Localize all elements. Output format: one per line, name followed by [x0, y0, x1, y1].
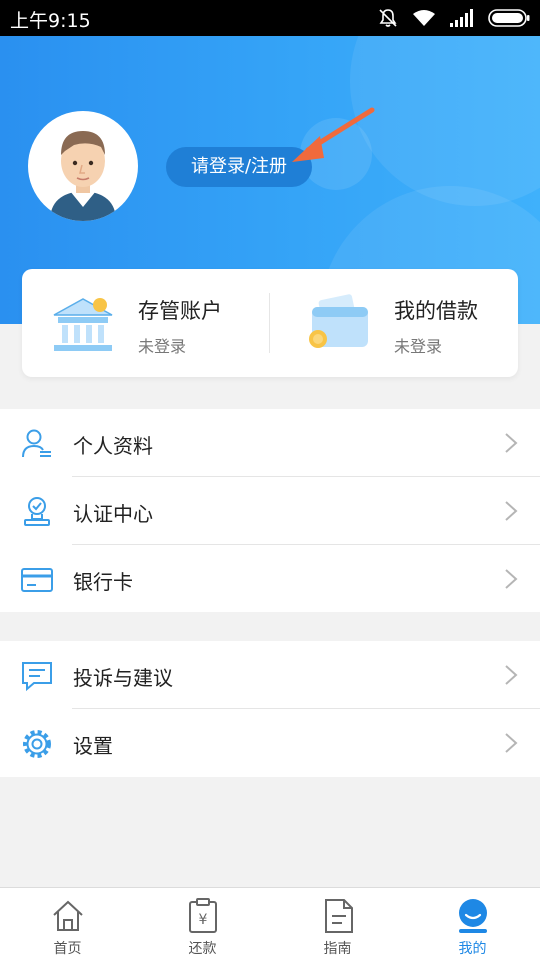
menu-label: 认证中心	[73, 502, 153, 526]
chevron-right-icon	[505, 733, 518, 753]
account-summary-card: 存管账户 未登录 我的借款 未登录	[22, 269, 518, 377]
avatar[interactable]	[28, 111, 138, 221]
my-loans-entry[interactable]: 我的借款 未登录	[270, 269, 518, 377]
home-icon	[52, 900, 83, 931]
status-icons	[378, 7, 530, 29]
menu-label: 投诉与建议	[73, 666, 173, 690]
battery-icon	[488, 9, 530, 27]
menu-label: 设置	[73, 734, 113, 758]
gear-icon	[23, 730, 51, 758]
wallet-icon	[309, 294, 368, 348]
chevron-right-icon	[505, 665, 518, 685]
menu-item-verification[interactable]: 认证中心	[0, 477, 540, 545]
tab-label: 我的	[458, 941, 487, 957]
tab-guide[interactable]: 指南	[270, 888, 405, 960]
menu-item-settings[interactable]: 设置	[0, 709, 540, 777]
chevron-right-icon	[505, 501, 518, 521]
chevron-right-icon	[505, 433, 518, 453]
wifi-icon	[413, 10, 435, 26]
mute-icon	[379, 9, 397, 27]
tab-home[interactable]: 首页	[0, 888, 135, 960]
menu-group-account: 个人资料 认证中心 银行卡	[0, 409, 540, 612]
card-status: 未登录	[394, 337, 443, 356]
bank-icon	[53, 298, 113, 351]
arrow-annotation-icon	[292, 107, 375, 162]
repayment-icon: ¥	[188, 898, 217, 933]
tab-me[interactable]: 我的	[405, 888, 540, 960]
bottom-tab-bar: 首页 ¥ 还款 指南 我的	[0, 887, 540, 960]
status-time: 上午9:15	[10, 10, 91, 32]
user-avatar-icon	[50, 131, 116, 221]
menu-item-feedback[interactable]: 投诉与建议	[0, 641, 540, 709]
chevron-right-icon	[505, 569, 518, 589]
verification-icon	[24, 497, 50, 526]
menu-item-bank-card[interactable]: 银行卡	[0, 545, 540, 613]
menu-label: 银行卡	[73, 570, 133, 594]
guide-icon	[324, 899, 353, 933]
card-status: 未登录	[138, 337, 187, 356]
user-profile-icon	[22, 429, 51, 458]
card-title: 存管账户	[138, 299, 222, 323]
tab-label: 首页	[53, 941, 82, 957]
depository-account-entry[interactable]: 存管账户 未登录	[22, 269, 270, 377]
tab-label: 还款	[188, 941, 217, 957]
menu-item-profile[interactable]: 个人资料	[0, 409, 540, 477]
menu-group-other: 投诉与建议 设置	[0, 641, 540, 777]
feedback-icon	[22, 662, 52, 692]
tab-repayment[interactable]: ¥ 还款	[135, 888, 270, 960]
status-bar: 上午9:15	[0, 0, 540, 36]
tab-label: 指南	[323, 941, 352, 957]
card-title: 我的借款	[394, 299, 478, 323]
signal-icon	[450, 9, 473, 27]
svg-text:¥: ¥	[198, 912, 207, 928]
me-icon	[458, 899, 487, 933]
menu-label: 个人资料	[73, 434, 153, 458]
bank-card-icon	[21, 568, 53, 592]
